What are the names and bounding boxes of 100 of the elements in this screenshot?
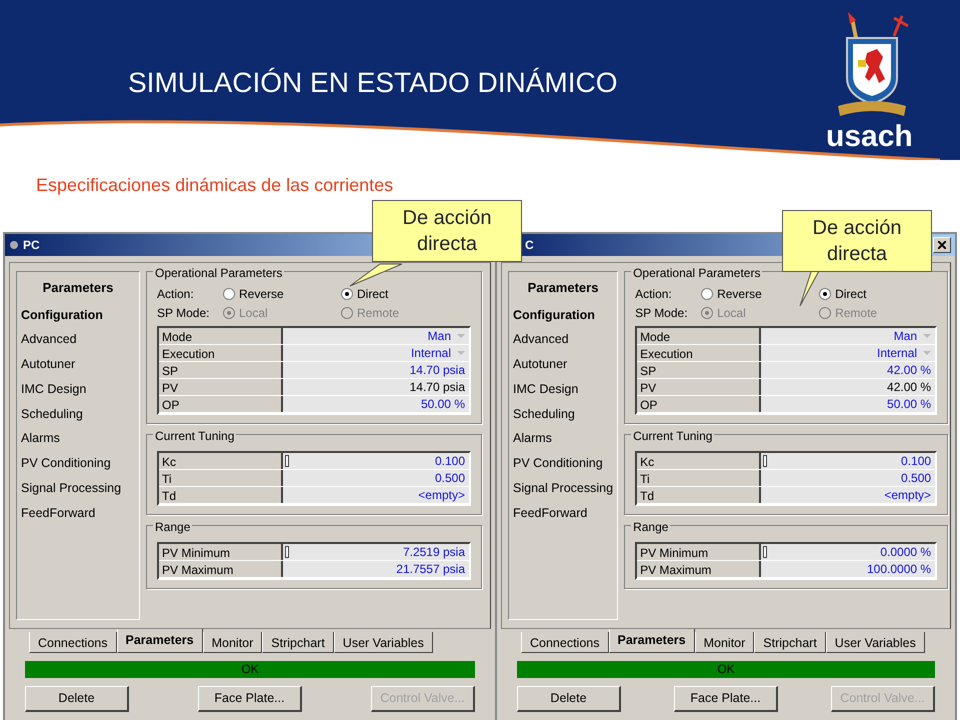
field-value: 14.70 psia [410,362,465,379]
radio-label[interactable]: Direct [357,284,388,302]
slide-title: SIMULACIÓN EN ESTADO DINÁMICO [128,66,618,100]
sidebar-item[interactable]: Advanced [21,330,135,349]
radio-label[interactable]: Reverse [239,284,284,302]
tab[interactable]: Connections [29,632,116,653]
value-field[interactable]: Internal [283,345,469,361]
tab[interactable]: Stripchart [754,632,826,653]
radio-button[interactable] [701,288,714,300]
field-value: 42.00 % [887,362,932,379]
tab[interactable]: Stripchart [262,632,334,653]
field-label: Action: [635,286,673,302]
slider-handle[interactable] [763,455,768,467]
value-field[interactable]: 21.7557 psia [283,561,469,577]
tab[interactable]: Monitor [202,632,262,653]
dialog-button[interactable]: Face Plate... [198,686,302,712]
callout-pointer [348,262,404,288]
tab[interactable]: Monitor [694,632,754,653]
tab[interactable]: User Variables [334,632,433,653]
tab[interactable]: Parameters [116,629,203,653]
field-value: 21.7557 psia [396,561,465,578]
radio-button[interactable] [819,288,832,300]
field-value: 0.100 [901,453,932,470]
tab[interactable]: User Variables [826,632,925,653]
field-label: Action: [157,286,195,302]
sidebar-item[interactable]: Advanced [513,330,614,349]
window-title: PC [23,237,40,254]
sidebar-item[interactable]: Signal Processing [21,478,135,498]
field-label: SP Mode: [157,304,210,322]
sidebar-item[interactable]: Signal Processing [513,478,614,498]
radio-label[interactable]: Direct [835,284,866,302]
value-field[interactable]: <empty> [283,487,469,503]
field-value: 14.70 psia [410,379,465,396]
table-cell: Ti [637,470,762,486]
value-field[interactable]: Internal [761,345,936,361]
sidebar-item[interactable]: PV Conditioning [513,454,614,473]
close-icon [938,241,946,249]
value-field[interactable]: 0.500 [761,470,936,486]
field-value: 7.2519 psia [402,544,465,561]
field-value: Internal [410,345,451,362]
radio-button[interactable] [223,288,235,300]
dialog-button[interactable]: Delete [25,686,129,712]
field-value: 0.500 [434,470,465,487]
sidebar-item[interactable]: Alarms [513,429,614,448]
value-field[interactable]: 50.00 % [761,396,936,412]
field-value: 50.00 % [887,396,932,413]
radio-label[interactable]: Reverse [717,284,762,302]
value-field[interactable]: Man [761,328,936,344]
value-field[interactable]: 100.0000 % [761,561,936,577]
field-label: SP Mode: [635,304,689,322]
sidebar-item[interactable]: Configuration [21,306,135,324]
sidebar-item[interactable]: Configuration [513,306,614,324]
tab[interactable]: Connections [521,632,608,653]
value-field[interactable]: Man [283,328,469,344]
sidebar-item[interactable]: IMC Design [21,380,135,398]
field-value: 42.00 % [887,379,932,396]
tab[interactable]: Parameters [608,629,695,653]
field-value: Internal [877,345,918,362]
dialog-button[interactable]: Delete [517,686,621,712]
table-cell: Td [159,487,283,503]
value-field[interactable]: 50.00 % [283,396,469,412]
value-field[interactable]: 7.2519 psia [283,544,469,560]
sidebar-header: Parameters [526,279,600,297]
value-field[interactable]: 0.0000 % [761,544,936,560]
value-field[interactable]: 0.100 [283,453,469,469]
status-bar: OK [517,661,935,678]
sidebar-item[interactable]: FeedForward [513,504,614,522]
field-value: Man [428,328,451,345]
value-field[interactable]: 14.70 psia [283,379,469,395]
sidebar-item[interactable]: Autotuner [21,355,135,374]
table-cell: Td [637,487,762,503]
field-value: Man [894,328,918,345]
sidebar-item[interactable]: FeedForward [21,504,135,522]
callout-note: De acción directa [782,210,932,272]
status-bar: OK [25,661,475,678]
sidebar-item[interactable]: Scheduling [513,404,614,424]
slider-handle[interactable] [285,455,289,467]
radio-button[interactable] [341,288,353,300]
value-field[interactable]: 14.70 psia [283,362,469,378]
close-button[interactable] [933,237,951,253]
field-value: <empty> [418,487,465,504]
slider-handle[interactable] [763,546,768,558]
logo-wordmark: usach [826,122,913,152]
value-field[interactable]: 42.00 % [761,379,936,395]
field-value: 0.100 [434,453,465,470]
field-value: 0.500 [901,470,932,487]
field-value: 0.0000 % [880,544,932,561]
value-field[interactable]: <empty> [761,487,936,503]
value-field[interactable]: 0.100 [761,453,936,469]
dialog-button[interactable]: Face Plate... [674,686,778,712]
value-field[interactable]: 0.500 [283,470,469,486]
sidebar-item[interactable]: Scheduling [21,404,135,424]
value-field[interactable]: 42.00 % [761,362,936,378]
sidebar-item[interactable]: Autotuner [513,355,614,374]
sidebar-item[interactable]: IMC Design [513,380,614,398]
slider-handle[interactable] [285,546,289,558]
sidebar-item[interactable]: Alarms [21,429,135,448]
table-cell: Ti [159,470,283,486]
sidebar-item[interactable]: PV Conditioning [21,454,135,473]
field-value: 50.00 % [420,396,465,413]
